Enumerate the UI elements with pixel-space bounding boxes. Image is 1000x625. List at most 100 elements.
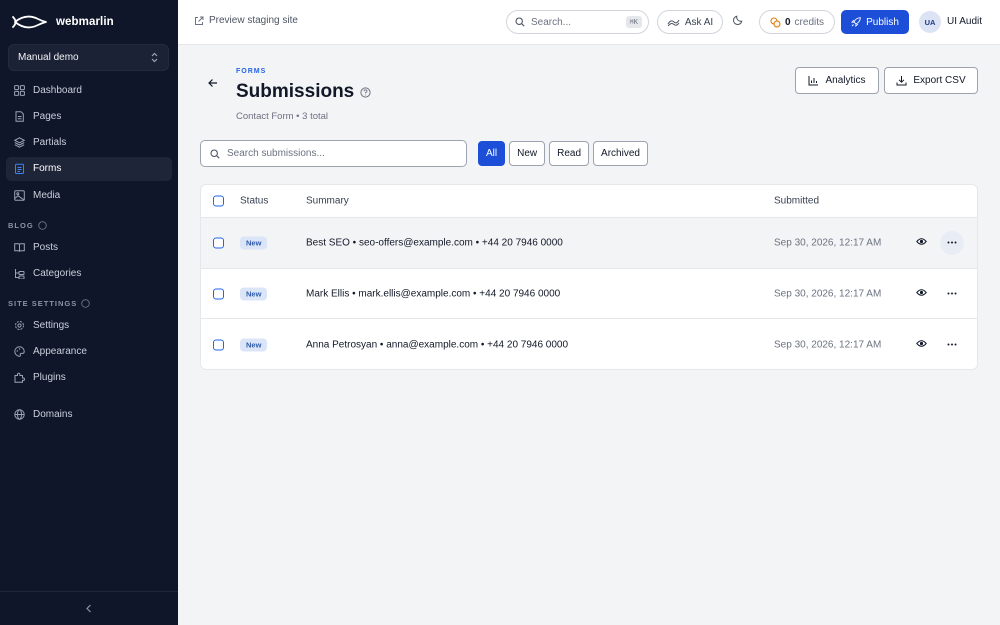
coins-icon [770, 17, 781, 27]
page-title-text: Submissions [236, 81, 355, 102]
row-checkbox[interactable] [213, 237, 224, 249]
sidebar-item-label: Domains [33, 408, 73, 420]
main-nav: Dashboard Pages Partials Forms Media [6, 78, 172, 209]
view-submission-button[interactable] [916, 287, 927, 301]
sidebar-collapse-button[interactable] [0, 591, 178, 625]
site-settings-section-label: SITE SETTINGS [8, 299, 91, 308]
column-status-header[interactable]: Status [240, 196, 268, 207]
analytics-label: Analytics [825, 75, 866, 86]
page-subtitle: Contact Form • 3 total [236, 111, 329, 122]
help-circle-icon[interactable] [360, 86, 371, 98]
view-submission-button[interactable] [916, 338, 927, 352]
status-badge: New [240, 287, 268, 301]
analytics-button[interactable]: Analytics [795, 67, 879, 94]
filter-read-button[interactable]: Read [549, 141, 590, 166]
project-name: Manual demo [18, 52, 79, 63]
sidebar-item-appearance[interactable]: Appearance [6, 339, 172, 363]
settings-nav: Settings Appearance Plugins [6, 313, 172, 392]
palette-icon [14, 346, 25, 357]
row-more-button[interactable] [940, 333, 964, 357]
tree-icon [15, 268, 25, 279]
sidebar-item-forms[interactable]: Forms [6, 156, 172, 181]
sidebar-item-domains[interactable]: Domains [6, 402, 172, 426]
rocket-icon [851, 17, 861, 27]
search-icon [515, 17, 525, 27]
blog-nav: Posts Categories [6, 235, 172, 288]
brand-logo[interactable]: webmarlin [12, 12, 114, 32]
submission-date: Sep 30, 2026, 12:17 AM [774, 339, 882, 351]
publish-label: Publish [866, 16, 899, 28]
row-checkbox[interactable] [213, 288, 224, 300]
sidebar-item-categories[interactable]: Categories [6, 261, 172, 285]
table-header: Status Summary Submitted [201, 185, 977, 218]
select-all-checkbox[interactable] [213, 195, 224, 207]
table-row[interactable]: New Best SEO • seo-offers@example.com • … [201, 218, 977, 269]
theme-toggle-button[interactable] [733, 14, 744, 28]
sidebar-item-label: Categories [33, 267, 82, 279]
global-search-input[interactable]: Search... ⌘K [506, 10, 649, 34]
ask-ai-label: Ask AI [684, 16, 714, 28]
credits-count: 0 [784, 16, 791, 28]
submission-summary[interactable]: Best SEO • seo-offers@example.com • +44 … [306, 237, 563, 248]
layers-icon [14, 137, 25, 148]
chevron-left-icon [86, 604, 91, 613]
sidebar-item-label: Settings [33, 319, 70, 331]
credits-button[interactable]: 0 credits [759, 10, 835, 34]
eye-icon [916, 288, 927, 296]
sidebar-item-plugins[interactable]: Plugins [6, 366, 172, 390]
filter-archived-button[interactable]: Archived [593, 141, 648, 166]
column-summary-header[interactable]: Summary [306, 196, 349, 207]
project-select[interactable]: Manual demo [8, 44, 169, 71]
topbar: Preview staging site Search... ⌘K Ask AI… [178, 0, 1000, 45]
filter-new-button[interactable]: New [509, 141, 546, 166]
table-row[interactable]: New Mark Ellis • mark.ellis@example.com … [201, 269, 977, 320]
gear-icon [15, 320, 24, 330]
book-icon [14, 242, 25, 252]
submission-summary[interactable]: Anna Petrosyan • anna@example.com • +44 … [306, 339, 568, 350]
sidebar-item-dashboard[interactable]: Dashboard [6, 78, 172, 102]
eye-icon [916, 238, 927, 245]
sidebar-item-label: Forms [33, 163, 62, 175]
submissions-table: Status Summary Submitted New Best SEO • … [200, 184, 978, 370]
sidebar-item-label: Posts [33, 241, 59, 253]
image-icon [14, 189, 25, 201]
help-circle-icon[interactable] [81, 299, 91, 308]
sidebar-item-label: Media [33, 189, 61, 201]
submissions-search-placeholder: Search submissions... [227, 148, 325, 159]
globe-icon [14, 408, 25, 420]
blog-section-label: BLOG [8, 221, 47, 230]
row-checkbox[interactable] [213, 339, 224, 351]
sidebar-item-media[interactable]: Media [6, 183, 172, 207]
submission-date: Sep 30, 2026, 12:17 AM [774, 237, 882, 249]
submission-summary[interactable]: Mark Ellis • mark.ellis@example.com • +4… [306, 288, 560, 299]
row-more-button[interactable] [940, 282, 964, 306]
sidebar-item-posts[interactable]: Posts [6, 235, 172, 259]
help-circle-icon[interactable] [37, 221, 47, 230]
column-submitted-header[interactable]: Submitted [774, 196, 819, 207]
row-more-button[interactable] [940, 230, 964, 255]
user-avatar[interactable]: UA [919, 11, 941, 33]
more-horizontal-icon [947, 292, 957, 295]
filter-all-button[interactable]: All [478, 141, 506, 166]
sidebar-item-partials[interactable]: Partials [6, 131, 172, 155]
sidebar-item-pages[interactable]: Pages [6, 104, 172, 128]
domains-nav: Domains [6, 402, 172, 428]
preview-label: Preview staging site [209, 15, 298, 26]
ask-ai-button[interactable]: Ask AI [657, 10, 723, 34]
back-button[interactable] [207, 77, 219, 92]
preview-staging-link[interactable]: Preview staging site [194, 15, 298, 26]
search-shortcut: ⌘K [625, 16, 642, 28]
sidebar-item-label: Plugins [33, 372, 66, 384]
submissions-search-input[interactable]: Search submissions... [200, 140, 467, 167]
sparkle-wave-icon [667, 19, 680, 26]
table-row[interactable]: New Anna Petrosyan • anna@example.com • … [201, 319, 977, 369]
bar-chart-icon [808, 76, 819, 86]
chevron-up-down-icon [151, 52, 158, 63]
user-name[interactable]: UI Audit [947, 16, 982, 27]
publish-button[interactable]: Publish [841, 10, 909, 34]
view-submission-button[interactable] [916, 236, 927, 250]
more-horizontal-icon [947, 241, 957, 244]
sidebar: webmarlin Manual demo Dashboard Pages Pa… [0, 0, 178, 625]
sidebar-item-settings[interactable]: Settings [6, 313, 172, 337]
export-csv-button[interactable]: Export CSV [884, 67, 978, 94]
